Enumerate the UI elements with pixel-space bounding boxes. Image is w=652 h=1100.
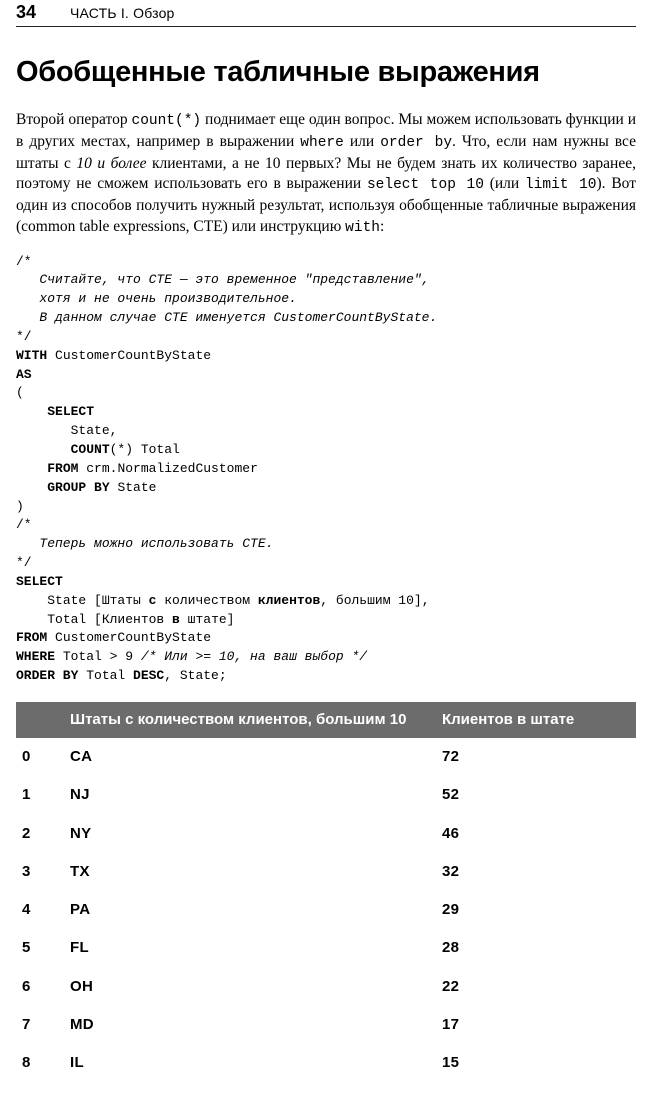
- running-head: ЧАСТЬ I. Обзор: [70, 4, 175, 23]
- row-index: 6: [16, 968, 64, 1006]
- table-row: 2NY46: [16, 815, 636, 853]
- cell-count: 22: [436, 968, 636, 1006]
- text: или: [344, 133, 380, 150]
- cell-count: 52: [436, 776, 636, 814]
- row-index: 7: [16, 1006, 64, 1044]
- emphasis: 10 и более: [76, 155, 146, 172]
- cell-count: 72: [436, 738, 636, 776]
- table-header: [16, 702, 64, 738]
- table-header: Штаты с количеством клиентов, большим 10: [64, 702, 436, 738]
- page-header: 34 ЧАСТЬ I. Обзор: [16, 0, 636, 27]
- inline-code: order by: [380, 135, 452, 151]
- table-row: 8IL15: [16, 1044, 636, 1082]
- cell-count: 32: [436, 853, 636, 891]
- text: :: [380, 218, 384, 235]
- row-index: 1: [16, 776, 64, 814]
- code-block: /* Считайте, что CTE — это временное "пр…: [16, 253, 636, 686]
- table-row: 5FL28: [16, 929, 636, 967]
- cell-state: NJ: [64, 776, 436, 814]
- inline-code: limit 10: [525, 177, 597, 193]
- row-index: 0: [16, 738, 64, 776]
- cell-state: NY: [64, 815, 436, 853]
- cell-state: PA: [64, 891, 436, 929]
- row-index: 4: [16, 891, 64, 929]
- inline-code: count(*): [132, 113, 202, 129]
- row-index: 2: [16, 815, 64, 853]
- cell-count: 15: [436, 1044, 636, 1082]
- cell-state: FL: [64, 929, 436, 967]
- table-row: 4PA29: [16, 891, 636, 929]
- cell-count: 46: [436, 815, 636, 853]
- row-index: 8: [16, 1044, 64, 1082]
- table-row: 1NJ52: [16, 776, 636, 814]
- cell-state: MD: [64, 1006, 436, 1044]
- cell-count: 29: [436, 891, 636, 929]
- text: Второй оператор: [16, 111, 132, 128]
- text: (или: [484, 175, 525, 192]
- section-title: Обобщенные табличные выражения: [16, 53, 636, 92]
- table-row: 6OH22: [16, 968, 636, 1006]
- row-index: 3: [16, 853, 64, 891]
- table-header-row: Штаты с количеством клиентов, большим 10…: [16, 702, 636, 738]
- page-number: 34: [16, 0, 70, 24]
- row-index: 5: [16, 929, 64, 967]
- result-table: Штаты с количеством клиентов, большим 10…: [16, 702, 636, 1083]
- cell-count: 17: [436, 1006, 636, 1044]
- cell-state: OH: [64, 968, 436, 1006]
- body-paragraph: Второй оператор count(*) поднимает еще о…: [16, 110, 636, 238]
- inline-code: with: [345, 220, 380, 236]
- cell-state: IL: [64, 1044, 436, 1082]
- table-header: Клиентов в штате: [436, 702, 636, 738]
- cell-state: TX: [64, 853, 436, 891]
- table-row: 7MD17: [16, 1006, 636, 1044]
- table-row: 3TX32: [16, 853, 636, 891]
- cell-state: CA: [64, 738, 436, 776]
- table-row: 0CA72: [16, 738, 636, 776]
- cell-count: 28: [436, 929, 636, 967]
- inline-code: where: [300, 135, 344, 151]
- inline-code: select top 10: [367, 177, 484, 193]
